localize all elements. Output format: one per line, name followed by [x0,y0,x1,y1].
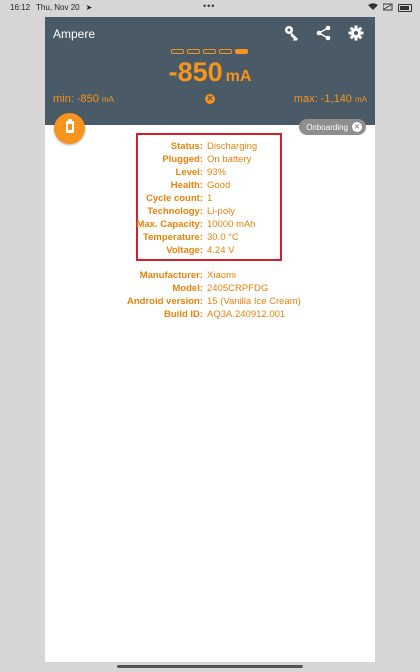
max-current: max: -1,140 mA [294,93,367,105]
battery-info-list: Status: Discharging Plugged: On battery Le… [45,140,375,257]
info-row-cycle-count: Cycle count: 1 [45,192,375,205]
info-label: Model: [172,283,203,294]
info-row-plugged: Plugged: On battery [45,153,375,166]
status-more-dots: ••• [203,1,216,11]
settings-icon[interactable] [347,24,365,42]
close-icon: ✕ [206,94,214,103]
min-current: min: -850 mA [53,93,114,105]
info-value: 2405CRPFDG [207,283,269,294]
wifi-icon [368,3,378,13]
info-label: Health: [170,180,203,191]
info-value: On battery [207,154,252,165]
navigation-handle[interactable] [117,665,303,668]
info-row-android-version: Android version: 15 (Vanilla Ice Cream) [45,295,375,308]
telegram-icon: ➤ [85,3,93,12]
info-row-health: Health: Good [45,179,375,192]
system-status-bar: 16:12 Thu, Nov 20 ➤ ••• [0,0,420,16]
min-unit: mA [101,95,114,104]
max-unit: mA [355,95,367,104]
info-label: Status: [170,141,203,152]
share-icon[interactable] [315,24,333,42]
info-row-manufacturer: Manufacturer: Xiaomi [45,269,375,282]
info-label: Cycle count: [145,193,203,204]
level-segment [203,49,216,54]
info-label: Plugged: [162,154,203,165]
info-value: Discharging [207,141,258,152]
battery-status-icon [398,4,412,12]
info-label: Voltage: [166,245,203,256]
info-row-model: Model: 2405CRPFDG [45,282,375,295]
device-info-list: Manufacturer: Xiaomi Model: 2405CRPFDG And… [45,269,375,321]
onboarding-label: Onboarding [306,122,348,132]
info-value: Li-poly [207,206,235,217]
current-readout: -850 mA [45,57,375,88]
info-value: 30.0 °C [207,232,239,243]
info-value: 4.24 V [207,245,235,256]
max-label: max: -1,140 [293,93,352,105]
onboarding-chip[interactable]: Onboarding ✕ [299,119,366,135]
current-value: -850 [168,57,223,87]
reset-minmax-button[interactable]: ✕ [205,94,215,104]
info-value: 93% [207,167,227,178]
info-label: Level: [175,167,203,178]
info-row-max-capacity: Max. Capacity: 10000 mAh [45,218,375,231]
app-title: Ampere [53,27,96,41]
info-value: Good [207,180,231,191]
info-value: AQ3A.240912.001 [207,309,286,320]
level-segment [171,49,184,54]
status-date: Thu, Nov 20 [36,3,80,12]
info-row-technology: Technology: Li-poly [45,205,375,218]
info-label: Android version: [126,296,203,307]
info-value: 15 (Vanilla Ice Cream) [207,296,301,307]
info-label: Max. Capacity: [136,219,203,230]
app-header: Ampere -850 mA min: -850 mA ✕ max: -1,14… [45,17,375,125]
info-row-voltage: Voltage: 4.24 V [45,244,375,257]
min-label: min: -850 [53,93,99,105]
charge-level-indicator [171,49,248,54]
level-segment [219,49,232,54]
level-segment [235,49,248,54]
current-unit: mA [225,68,252,85]
level-segment [187,49,200,54]
info-label: Manufacturer: [139,270,203,281]
info-label: Build ID: [163,309,203,320]
info-label: Technology: [147,206,203,217]
info-row-temperature: Temperature: 30.0 °C [45,231,375,244]
signal-icon [382,3,393,13]
ampere-app-window: Ampere -850 mA min: -850 mA ✕ max: -1,14… [45,17,375,662]
info-row-level: Level: 93% [45,166,375,179]
info-row-status: Status: Discharging [45,140,375,153]
key-icon[interactable] [283,24,301,42]
info-value: 1 [207,193,213,204]
info-value: Xiaomi [207,270,237,281]
battery-icon [65,119,75,138]
info-value: 10000 mAh [207,219,256,230]
info-row-build-id: Build ID: AQ3A.240912.001 [45,308,375,321]
status-time: 16:12 [10,3,31,12]
info-label: Temperature: [142,232,203,243]
close-icon[interactable]: ✕ [352,122,362,132]
